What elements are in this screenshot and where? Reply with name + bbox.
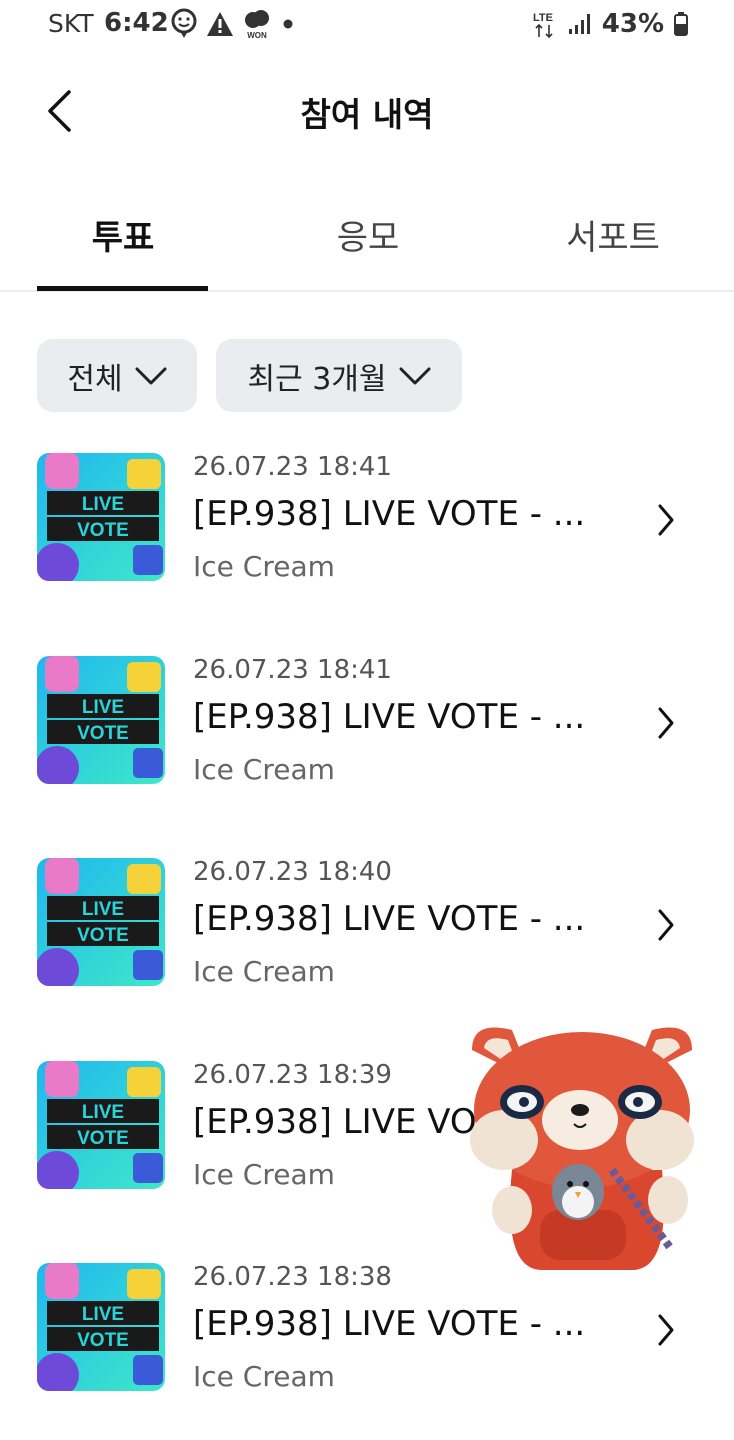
face-icon	[171, 8, 197, 38]
category-filter-dropdown[interactable]: 전체	[37, 339, 197, 412]
won-icon: WON	[245, 10, 269, 40]
page-title: 참여 내역	[300, 95, 434, 134]
thumbnail-line1: LIVE	[82, 1102, 124, 1123]
live-vote-thumbnail: LIVE VOTE	[37, 1061, 165, 1189]
thumbnail-line2: VOTE	[77, 520, 129, 541]
item-subtitle: Ice Cream	[193, 1158, 335, 1191]
tab-support[interactable]: 서포트	[528, 210, 698, 259]
notification-icons: WON	[170, 8, 296, 40]
chevron-down-icon	[399, 367, 431, 384]
floating-mascot-sticker[interactable]	[462, 1020, 702, 1270]
system-icons: LTE 43%	[532, 8, 688, 40]
status-bar: SKT 6:42 WON LTE 43%	[0, 0, 734, 48]
thumbnail-line1: LIVE	[82, 1304, 124, 1325]
list-item[interactable]: LIVE VOTE 26.07.23 18:40 [EP.938] LIVE V…	[0, 845, 734, 1005]
item-subtitle: Ice Cream	[193, 550, 335, 583]
tab-bar: 투표 응모 서포트	[0, 192, 734, 292]
item-date: 26.07.23 18:41	[193, 452, 392, 482]
tab-entry[interactable]: 응모	[283, 210, 453, 259]
live-vote-thumbnail: LIVE VOTE	[37, 1263, 165, 1391]
battery-icon	[674, 12, 688, 36]
app-header: 참여 내역	[0, 60, 734, 160]
period-filter-label: 최근 3개월	[247, 361, 387, 397]
red-panda-plush-icon	[470, 1027, 694, 1270]
item-subtitle: Ice Cream	[193, 1360, 335, 1393]
live-vote-thumbnail: LIVE VOTE	[37, 453, 165, 581]
signal-icon	[568, 14, 590, 34]
item-title: [EP.938] LIVE VOTE - ...	[193, 1304, 586, 1344]
list-item[interactable]: LIVE VOTE 26.07.23 18:41 [EP.938] LIVE V…	[0, 643, 734, 803]
filter-row: 전체 최근 3개월	[37, 339, 462, 412]
thumbnail-line2: VOTE	[77, 723, 129, 744]
svg-text:LTE: LTE	[533, 12, 553, 24]
item-date: 26.07.23 18:38	[193, 1262, 392, 1292]
list-item[interactable]: LIVE VOTE 26.07.23 18:38 [EP.938] LIVE V…	[0, 1250, 734, 1410]
chevron-right-icon	[658, 1314, 674, 1346]
chevron-right-icon	[658, 909, 674, 941]
battery-percent: 43%	[601, 9, 664, 39]
lte-icon: LTE	[533, 12, 553, 39]
item-date: 26.07.23 18:40	[193, 857, 392, 887]
svg-text:WON: WON	[247, 31, 267, 40]
item-date: 26.07.23 18:41	[193, 655, 392, 685]
chevron-right-icon	[658, 707, 674, 739]
period-filter-dropdown[interactable]: 최근 3개월	[216, 339, 462, 412]
item-date: 26.07.23 18:39	[193, 1060, 392, 1090]
chevron-down-icon	[135, 367, 167, 384]
active-tab-indicator	[37, 286, 208, 291]
warning-icon	[207, 12, 233, 36]
carrier-label: SKT	[48, 9, 94, 38]
thumbnail-line1: LIVE	[82, 899, 124, 920]
live-vote-thumbnail: LIVE VOTE	[37, 656, 165, 784]
item-subtitle: Ice Cream	[193, 753, 335, 786]
thumbnail-line1: LIVE	[82, 697, 124, 718]
item-title: [EP.938] LIVE VOTE - ...	[193, 899, 586, 939]
thumbnail-line2: VOTE	[77, 925, 129, 946]
item-title: [EP.938] LIVE VOTE - ...	[193, 494, 586, 534]
thumbnail-line2: VOTE	[77, 1128, 129, 1149]
category-filter-label: 전체	[67, 361, 123, 397]
tab-vote[interactable]: 투표	[38, 210, 208, 259]
item-title: [EP.938] LIVE VOTE - ...	[193, 697, 586, 737]
chevron-right-icon	[658, 504, 674, 536]
clock-time: 6:42	[104, 8, 169, 38]
thumbnail-line1: LIVE	[82, 494, 124, 515]
list-item[interactable]: LIVE VOTE 26.07.23 18:41 [EP.938] LIVE V…	[0, 440, 734, 600]
dot-icon	[283, 19, 293, 29]
thumbnail-line2: VOTE	[77, 1330, 129, 1351]
live-vote-thumbnail: LIVE VOTE	[37, 858, 165, 986]
item-subtitle: Ice Cream	[193, 955, 335, 988]
